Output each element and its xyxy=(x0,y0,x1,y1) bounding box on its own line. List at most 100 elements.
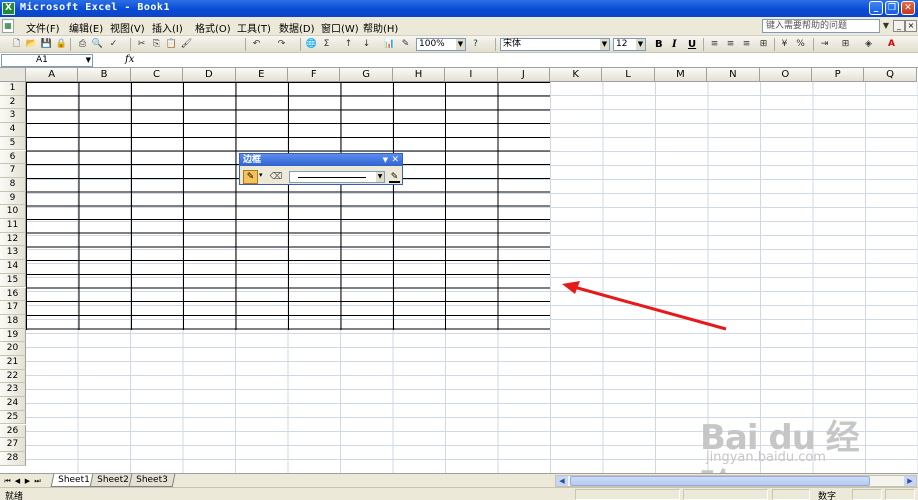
menu-insert[interactable]: 插入(I) xyxy=(152,20,183,35)
line-color-icon[interactable]: ✎ xyxy=(388,171,401,183)
row-header-3[interactable]: 3 xyxy=(0,109,26,124)
column-header-k[interactable]: K xyxy=(550,68,603,82)
name-box[interactable]: A1 ▼ xyxy=(1,54,93,67)
horizontal-scrollbar[interactable]: ◀ ▶ xyxy=(555,475,917,487)
column-header-n[interactable]: N xyxy=(707,68,760,82)
save-icon[interactable]: 💾 xyxy=(40,38,53,51)
menu-file[interactable]: 文件(F) xyxy=(26,20,60,35)
percent-icon[interactable]: % xyxy=(794,38,807,51)
scroll-right-icon[interactable]: ▶ xyxy=(904,476,916,486)
column-header-b[interactable]: B xyxy=(78,68,131,82)
row-header-11[interactable]: 11 xyxy=(0,219,26,233)
row-header-12[interactable]: 12 xyxy=(0,232,26,247)
next-sheet-icon[interactable]: ▶ xyxy=(23,476,32,486)
doc-minimize-icon[interactable]: _ xyxy=(893,20,905,32)
font-color-icon[interactable]: A xyxy=(885,38,898,51)
fill-color-icon[interactable]: ◈ xyxy=(862,38,875,51)
excel-icon[interactable]: X xyxy=(2,2,15,15)
spelling-icon[interactable]: ✓ xyxy=(107,38,120,51)
column-header-l[interactable]: L xyxy=(602,68,655,82)
row-header-24[interactable]: 24 xyxy=(0,397,26,411)
borders-icon[interactable]: ⊞ xyxy=(839,38,852,51)
new-icon[interactable]: 🗋 xyxy=(10,38,23,51)
copy-icon[interactable]: ⎘ xyxy=(150,38,163,51)
erase-border-icon[interactable]: ⌫ xyxy=(269,171,283,183)
scroll-left-icon[interactable]: ◀ xyxy=(556,476,568,486)
menu-help[interactable]: 帮助(H) xyxy=(363,20,398,35)
print-icon[interactable]: ⎙ xyxy=(76,38,89,51)
help-dropdown-icon[interactable]: ▼ xyxy=(881,19,891,33)
line-style-dropdown-icon[interactable]: ▼ xyxy=(376,172,384,182)
menu-data[interactable]: 数据(D) xyxy=(279,20,315,35)
prev-sheet-icon[interactable]: ◀ xyxy=(13,476,22,486)
font-dropdown-icon[interactable]: ▼ xyxy=(600,39,609,50)
row-header-21[interactable]: 21 xyxy=(0,356,26,370)
close-button[interactable]: ✕ xyxy=(901,1,915,15)
column-header-h[interactable]: H xyxy=(392,68,446,82)
zoom-select[interactable]: 100% ▼ xyxy=(416,38,466,51)
print-preview-icon[interactable]: 🔍 xyxy=(91,38,104,51)
column-header-e[interactable]: E xyxy=(235,68,288,82)
border-toolbar[interactable]: 边框 ▼ ✕ ✎ ▾ ⌫ ▼ ✎ xyxy=(239,153,403,185)
paste-icon[interactable]: 📋 xyxy=(165,38,178,51)
bordered-range[interactable] xyxy=(26,82,550,330)
row-header-16[interactable]: 16 xyxy=(0,287,26,302)
column-header-f[interactable]: F xyxy=(288,68,341,82)
font-size-select[interactable]: 12 ▼ xyxy=(613,38,646,51)
align-center-icon[interactable]: ≡ xyxy=(724,38,737,51)
column-header-j[interactable]: J xyxy=(497,68,550,82)
help-search-input[interactable]: 键入需要帮助的问题 xyxy=(762,19,880,33)
column-header-p[interactable]: P xyxy=(812,68,865,82)
row-header-8[interactable]: 8 xyxy=(0,177,26,192)
column-header-c[interactable]: C xyxy=(130,68,184,82)
menu-tools[interactable]: 工具(T) xyxy=(237,20,271,35)
column-header-m[interactable]: M xyxy=(654,68,708,82)
underline-button[interactable]: U xyxy=(688,38,696,51)
font-select[interactable]: 宋体 ▼ xyxy=(500,38,610,51)
last-sheet-icon[interactable]: ⏭ xyxy=(33,476,42,486)
formula-input[interactable] xyxy=(140,54,916,67)
row-header-10[interactable]: 10 xyxy=(0,205,26,219)
redo-icon[interactable]: ↷ xyxy=(275,38,288,51)
menu-window[interactable]: 窗口(W) xyxy=(321,20,359,35)
row-header-1[interactable]: 1 xyxy=(0,82,26,96)
draw-border-icon[interactable]: ✎ xyxy=(243,170,258,184)
worksheet-grid[interactable]: A B C D E F G H I J K L M N O P Q 1 2 3 4 5 6 7 8 9 10 11 12 13 14 15 16… xyxy=(0,68,918,473)
align-right-icon[interactable]: ≡ xyxy=(740,38,753,51)
column-header-g[interactable]: G xyxy=(340,68,393,82)
name-box-dropdown-icon[interactable]: ▼ xyxy=(86,55,91,66)
close-icon[interactable]: ✕ xyxy=(391,154,399,166)
row-header-5[interactable]: 5 xyxy=(0,136,26,151)
column-header-i[interactable]: I xyxy=(445,68,498,82)
row-header-13[interactable]: 13 xyxy=(0,246,26,261)
tab-sheet3[interactable]: Sheet3 xyxy=(128,474,176,487)
row-header-25[interactable]: 25 xyxy=(0,410,26,425)
italic-button[interactable]: I xyxy=(672,38,677,51)
indent-icon[interactable]: ⇥ xyxy=(818,38,831,51)
zoom-dropdown-icon[interactable]: ▼ xyxy=(456,39,465,50)
sort-ascending-icon[interactable]: ↑ xyxy=(342,38,355,51)
currency-icon[interactable]: ¥ xyxy=(778,38,791,51)
row-header-4[interactable]: 4 xyxy=(0,123,26,137)
font-size-dropdown-icon[interactable]: ▼ xyxy=(636,39,645,50)
minimize-button[interactable]: _ xyxy=(869,1,883,15)
menu-view[interactable]: 视图(V) xyxy=(110,20,145,35)
first-sheet-icon[interactable]: ⏮ xyxy=(3,476,12,486)
column-header-a[interactable]: A xyxy=(26,68,79,82)
row-header-26[interactable]: 26 xyxy=(0,424,26,439)
chart-wizard-icon[interactable]: 📊 xyxy=(383,38,396,51)
permission-icon[interactable]: 🔒 xyxy=(55,38,68,51)
column-header-o[interactable]: O xyxy=(759,68,812,82)
row-header-22[interactable]: 22 xyxy=(0,369,26,384)
row-header-27[interactable]: 27 xyxy=(0,438,26,452)
row-header-2[interactable]: 2 xyxy=(0,95,26,110)
cut-icon[interactable]: ✂ xyxy=(135,38,148,51)
help-icon[interactable]: ? xyxy=(469,38,482,51)
row-header-17[interactable]: 17 xyxy=(0,301,26,315)
row-header-18[interactable]: 18 xyxy=(0,314,26,329)
hyperlink-icon[interactable]: 🌐 xyxy=(305,38,318,51)
row-header-14[interactable]: 14 xyxy=(0,260,26,274)
insert-function-icon[interactable]: fx xyxy=(125,54,134,65)
scroll-thumb[interactable] xyxy=(570,476,870,486)
row-header-23[interactable]: 23 xyxy=(0,383,26,398)
